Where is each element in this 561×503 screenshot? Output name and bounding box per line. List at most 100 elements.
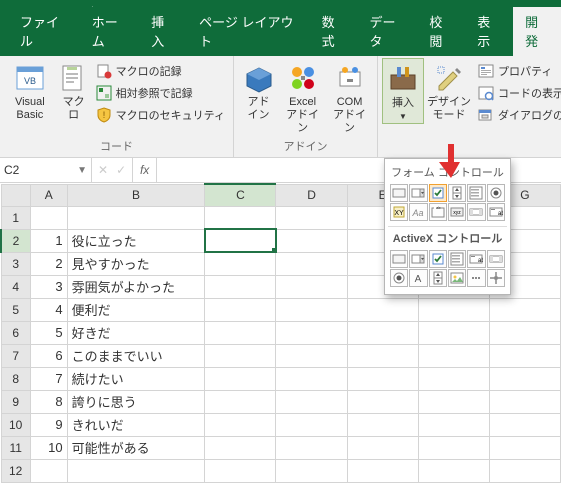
row-header-11[interactable]: 11 xyxy=(1,436,30,459)
cell-B3[interactable]: 見やすかった xyxy=(67,252,205,275)
form-control-option[interactable] xyxy=(487,184,505,202)
cell-B1[interactable] xyxy=(67,206,205,229)
cell-D2[interactable] xyxy=(276,229,347,252)
tab-data[interactable]: データ xyxy=(358,7,418,56)
cell-B7[interactable]: このままでいい xyxy=(67,344,205,367)
activex-control-scroll[interactable] xyxy=(487,250,505,268)
cell-F12[interactable] xyxy=(418,459,489,482)
cell-B8[interactable]: 続けたい xyxy=(67,367,205,390)
form-control-combo[interactable] xyxy=(409,184,427,202)
activex-control-image[interactable] xyxy=(448,269,466,287)
form-control-groupbox[interactable]: ab xyxy=(429,203,447,221)
form-control-xyz[interactable]: xyz xyxy=(448,203,466,221)
cell-G6[interactable] xyxy=(489,321,560,344)
row-header-7[interactable]: 7 xyxy=(1,344,30,367)
cell-C1[interactable] xyxy=(205,206,276,229)
col-header-A[interactable]: A xyxy=(30,184,67,206)
record-macro-button[interactable]: マクロの記録 xyxy=(92,60,229,82)
cell-D4[interactable] xyxy=(276,275,347,298)
cell-A12[interactable] xyxy=(30,459,67,482)
cell-D10[interactable] xyxy=(276,413,347,436)
activex-control-combo[interactable] xyxy=(409,250,427,268)
cell-A2[interactable]: 1 xyxy=(30,229,67,252)
properties-button[interactable]: プロパティ xyxy=(474,60,561,82)
tab-view[interactable]: 表示 xyxy=(465,7,513,56)
cell-C9[interactable] xyxy=(205,390,276,413)
cell-A9[interactable]: 8 xyxy=(30,390,67,413)
macro-security-button[interactable]: ! マクロのセキュリティ xyxy=(92,104,229,126)
row-header-5[interactable]: 5 xyxy=(1,298,30,321)
row-header-8[interactable]: 8 xyxy=(1,367,30,390)
cell-B6[interactable]: 好きだ xyxy=(67,321,205,344)
cell-B5[interactable]: 便利だ xyxy=(67,298,205,321)
cell-C12[interactable] xyxy=(205,459,276,482)
cell-D8[interactable] xyxy=(276,367,347,390)
cell-E11[interactable] xyxy=(347,436,418,459)
form-control-check[interactable] xyxy=(429,184,447,202)
activex-control-textbox[interactable]: ab xyxy=(467,250,485,268)
visual-basic-button[interactable]: VB Visual Basic xyxy=(4,58,56,122)
cell-A7[interactable]: 6 xyxy=(30,344,67,367)
cell-F8[interactable] xyxy=(418,367,489,390)
cell-B12[interactable] xyxy=(67,459,205,482)
row-header-12[interactable]: 12 xyxy=(1,459,30,482)
cell-A3[interactable]: 2 xyxy=(30,252,67,275)
cell-D11[interactable] xyxy=(276,436,347,459)
activex-control-A[interactable]: A xyxy=(409,269,427,287)
cell-F6[interactable] xyxy=(418,321,489,344)
cell-F7[interactable] xyxy=(418,344,489,367)
cell-D5[interactable] xyxy=(276,298,347,321)
cell-B4[interactable]: 雰囲気がよかった xyxy=(67,275,205,298)
activex-control-check[interactable] xyxy=(429,250,447,268)
cell-D12[interactable] xyxy=(276,459,347,482)
cell-E8[interactable] xyxy=(347,367,418,390)
tab-pagelayout[interactable]: ページ レイアウト xyxy=(187,7,310,56)
cell-F10[interactable] xyxy=(418,413,489,436)
row-header-10[interactable]: 10 xyxy=(1,413,30,436)
addins-button[interactable]: アド イン xyxy=(238,58,279,122)
com-addins-button[interactable]: COM アドイン xyxy=(326,58,373,136)
run-dialog-button[interactable]: ダイアログの実行 xyxy=(474,104,561,126)
row-header-9[interactable]: 9 xyxy=(1,390,30,413)
cell-G11[interactable] xyxy=(489,436,560,459)
cell-C8[interactable] xyxy=(205,367,276,390)
cell-E9[interactable] xyxy=(347,390,418,413)
tab-developer[interactable]: 開発 xyxy=(513,7,561,56)
row-header-6[interactable]: 6 xyxy=(1,321,30,344)
form-control-aa[interactable]: Aa xyxy=(409,203,427,221)
macros-button[interactable]: マクロ xyxy=(56,58,92,122)
row-header-2[interactable]: 2 xyxy=(1,229,30,252)
cell-D9[interactable] xyxy=(276,390,347,413)
cell-C11[interactable] xyxy=(205,436,276,459)
excel-addins-button[interactable]: Excel アドイン xyxy=(279,58,326,136)
relative-ref-button[interactable]: 相対参照で記録 xyxy=(92,82,229,104)
cell-A4[interactable]: 3 xyxy=(30,275,67,298)
cell-G12[interactable] xyxy=(489,459,560,482)
cell-E7[interactable] xyxy=(347,344,418,367)
activex-control-spin[interactable] xyxy=(429,269,447,287)
activex-control-more[interactable] xyxy=(467,269,485,287)
cell-F11[interactable] xyxy=(418,436,489,459)
cancel-formula-button[interactable]: ✕ xyxy=(98,163,108,177)
activex-control-option[interactable] xyxy=(390,269,408,287)
form-control-label[interactable]: XY xyxy=(390,203,408,221)
cell-B11[interactable]: 可能性がある xyxy=(67,436,205,459)
insert-control-button[interactable]: 挿入▼ xyxy=(382,58,424,124)
cell-D3[interactable] xyxy=(276,252,347,275)
tab-file[interactable]: ファイル xyxy=(8,7,80,56)
tab-formulas[interactable]: 数式 xyxy=(310,7,358,56)
cell-C10[interactable] xyxy=(205,413,276,436)
cell-G5[interactable] xyxy=(489,298,560,321)
tab-review[interactable]: 校閲 xyxy=(417,7,465,56)
form-control-scroll[interactable] xyxy=(467,203,485,221)
view-code-button[interactable]: コードの表示 xyxy=(474,82,561,104)
activex-control-list[interactable] xyxy=(448,250,466,268)
cell-G10[interactable] xyxy=(489,413,560,436)
fx-icon[interactable]: fx xyxy=(133,158,157,182)
cell-A10[interactable]: 9 xyxy=(30,413,67,436)
activex-control-button[interactable] xyxy=(390,250,408,268)
row-header-4[interactable]: 4 xyxy=(1,275,30,298)
row-header-1[interactable]: 1 xyxy=(1,206,30,229)
cell-D7[interactable] xyxy=(276,344,347,367)
cell-C3[interactable] xyxy=(205,252,276,275)
